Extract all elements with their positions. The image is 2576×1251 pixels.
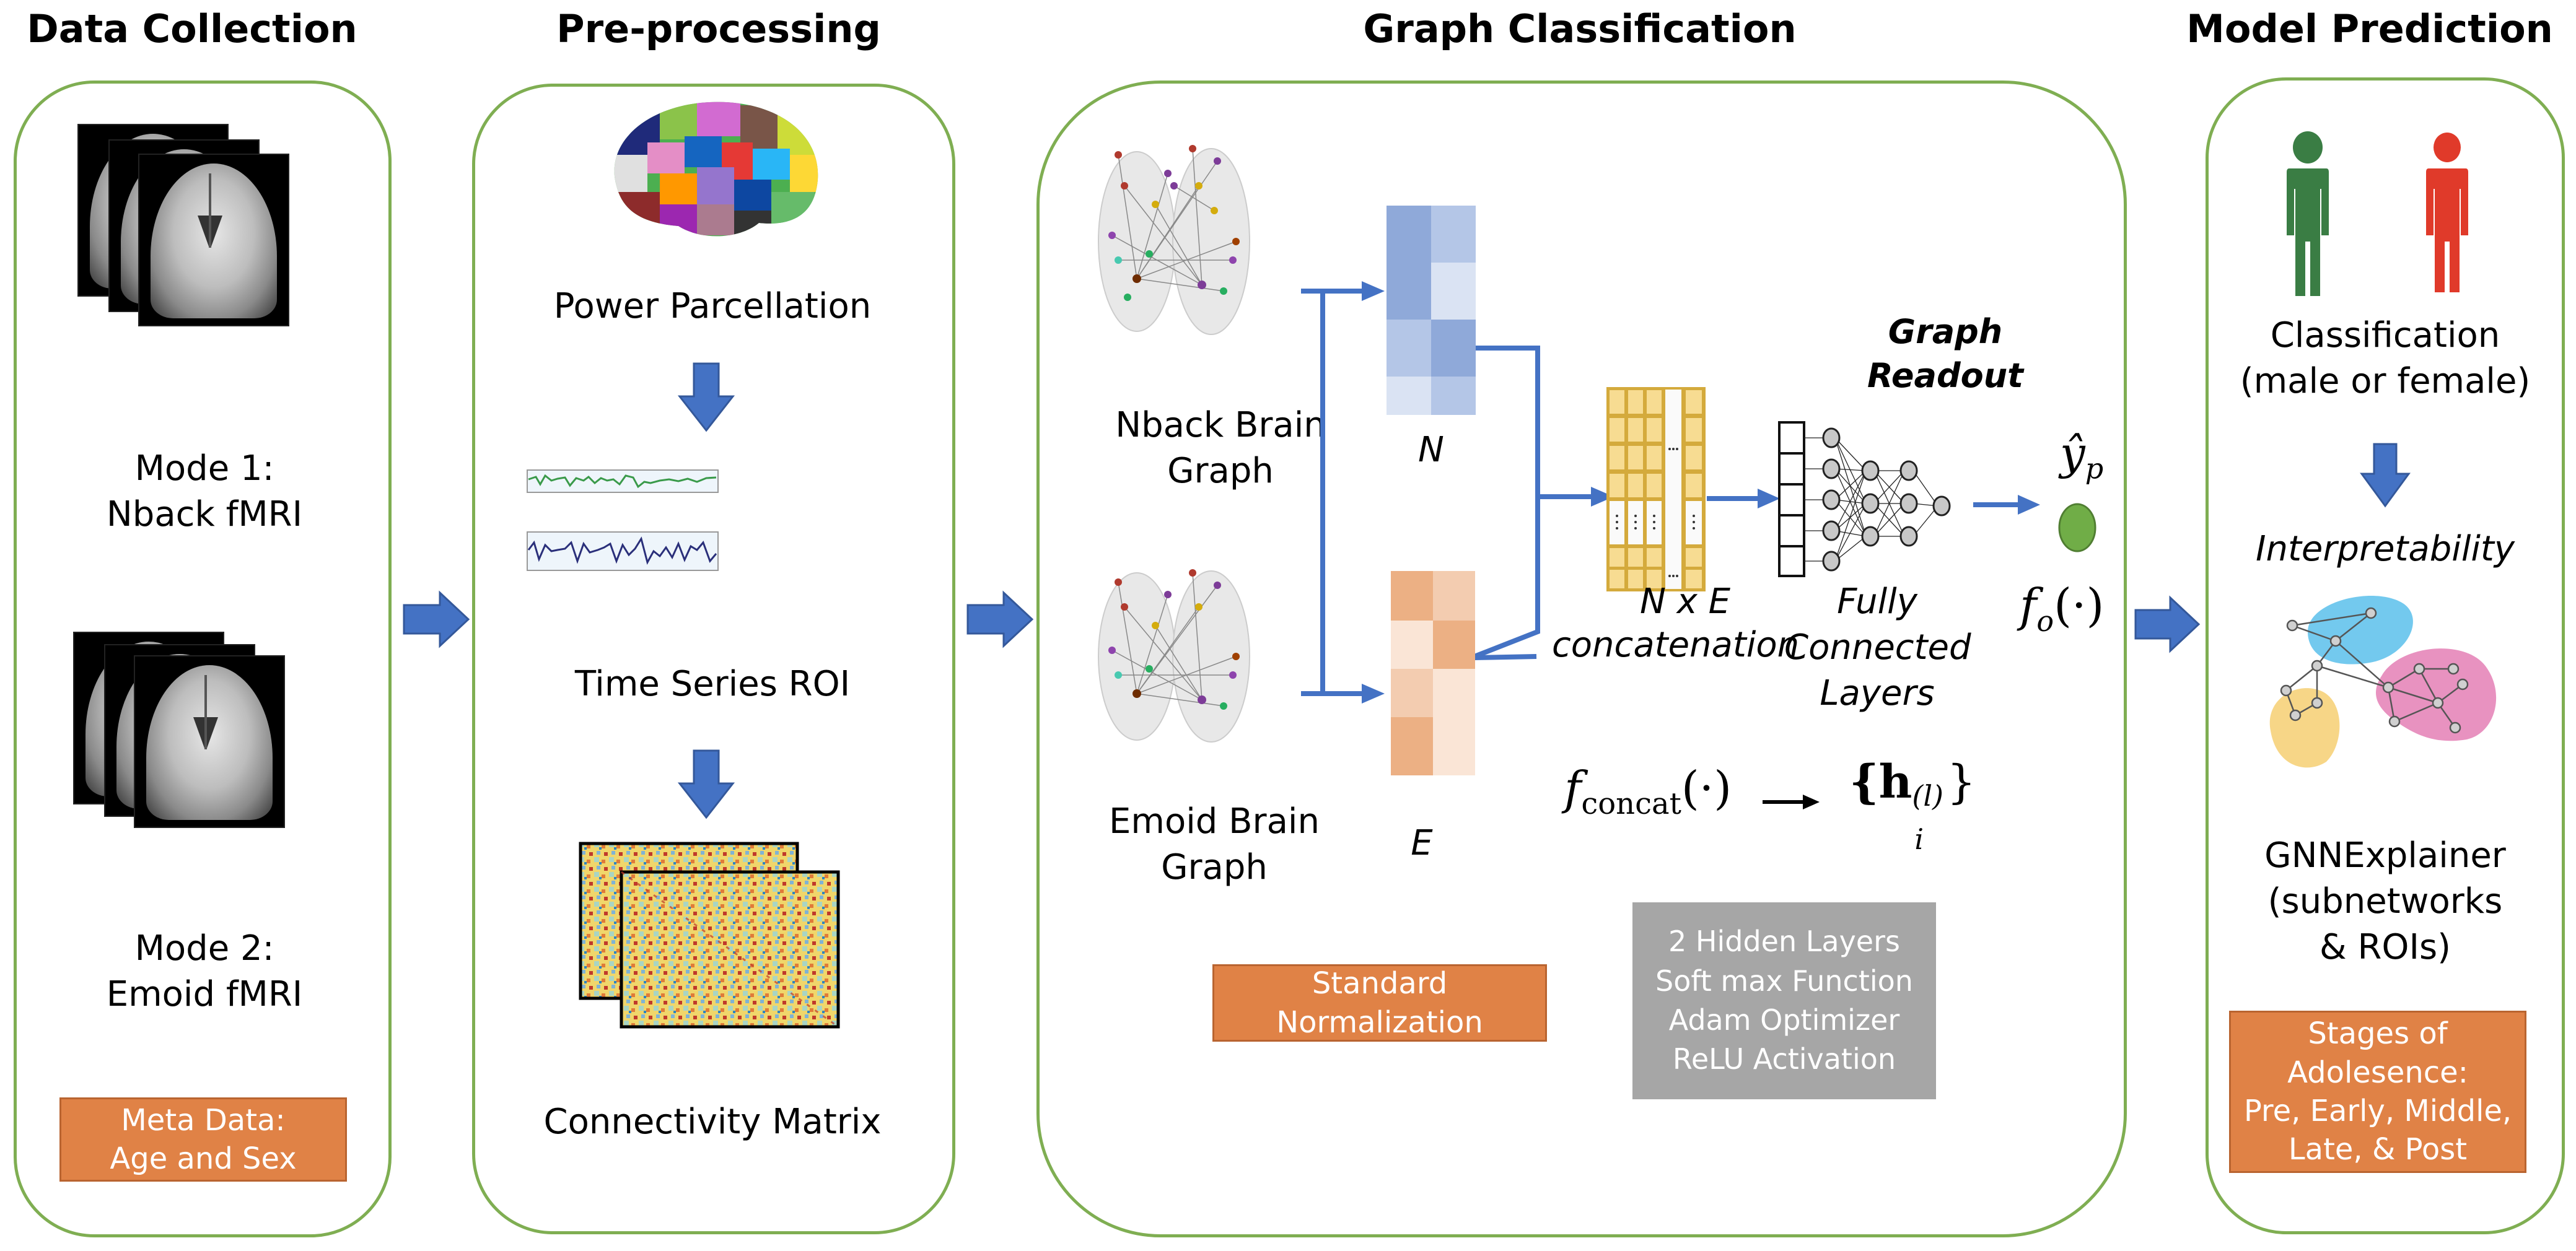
e-feature-matrix <box>1391 571 1475 775</box>
data-collection-title: Data Collection <box>27 6 357 51</box>
mri-slice-icon <box>134 655 285 828</box>
connectivity-matrix-label: Connectivity Matrix <box>543 1102 882 1142</box>
graph-classification-title: Graph Classification <box>1363 6 1797 51</box>
timeseries-roi-label: Time Series ROI <box>574 664 851 704</box>
parcellated-brain-icon <box>614 102 818 237</box>
concatenation-matrix <box>1606 387 1706 591</box>
concatenation-label: concatenation <box>1552 625 1800 665</box>
arrow-down-icon <box>2360 443 2411 508</box>
h-superscript: (l) <box>1912 779 1943 813</box>
mri-stack-nback <box>77 124 338 359</box>
arrow-down-icon <box>677 749 735 819</box>
timeseries-signal-green <box>527 469 719 493</box>
interpretability-label: Interpretability <box>2255 529 2515 569</box>
y-hat-subscript: p <box>2085 451 2104 486</box>
n-feature-matrix <box>1387 206 1476 415</box>
mri-stack-emoid <box>73 632 333 867</box>
formula-arrow-icon <box>1763 795 1820 809</box>
h-close-brace: } <box>1947 756 1976 809</box>
y-hat-formula: ŷp <box>2060 427 2103 485</box>
arrow-to-fc-icon <box>1707 489 1780 508</box>
arrow-right-icon <box>2134 595 2201 653</box>
output-node-icon <box>2058 503 2096 552</box>
arrow-to-output-icon <box>1973 495 2040 515</box>
f-o-formula: fo(·) <box>2020 579 2104 638</box>
mri-slice-icon <box>138 154 289 326</box>
meta-data-box: Meta Data: Age and Sex <box>59 1097 347 1182</box>
e-label: E <box>1411 823 1433 863</box>
fully-connected-layers-label: Fully Connected Layers <box>1784 582 1971 713</box>
arrow-down-icon <box>677 362 735 432</box>
fully-connected-network-icon <box>1778 421 1951 577</box>
adolescence-stages-box: Stages of Adolesence: Pre, Early, Middle… <box>2229 1011 2526 1173</box>
emoid-brain-graph-label: Emoid Brain Graph <box>1109 801 1320 887</box>
mode1-label: Mode 1: Nback fMRI <box>106 448 303 534</box>
female-person-icon <box>2426 133 2468 292</box>
f-concat-symbol: f <box>1564 762 1582 815</box>
f-concat-subscript: concat <box>1581 786 1681 821</box>
graph-readout-label: Graph Readout <box>1867 312 2023 396</box>
n-label: N <box>1418 430 1444 470</box>
male-person-icon <box>2287 131 2329 296</box>
h-formula: {h (l) i} <box>1849 756 1976 856</box>
standard-normalization-box: Standard Normalization <box>1212 964 1547 1042</box>
arrow-right-icon <box>966 590 1034 648</box>
f-concat-formula: fconcat(·) <box>1564 762 1732 821</box>
power-parcellation-label: Power Parcellation <box>553 286 872 326</box>
gnnexplainer-subnetwork-icon <box>2269 596 2497 768</box>
gnnexplainer-label: GNNExplainer (subnetworks & ROIs) <box>2264 835 2506 967</box>
f-o-args: (·) <box>2054 579 2105 632</box>
h-subscript: i <box>1914 822 1924 856</box>
classification-label: Classification (male or female) <box>2240 315 2531 401</box>
nxe-label: N x E <box>1639 582 1730 622</box>
preprocessing-title: Pre-processing <box>556 6 881 51</box>
nback-brain-graph-icon <box>1098 145 1250 335</box>
f-o-symbol: f <box>2020 579 2037 632</box>
mode2-label: Mode 2: Emoid fMRI <box>106 928 303 1014</box>
timeseries-signal-blue <box>527 531 719 571</box>
arrow-right-icon <box>403 590 470 648</box>
model-prediction-title: Model Prediction <box>2186 6 2553 51</box>
f-concat-args: (·) <box>1681 762 1732 815</box>
connectivity-matrix-icon <box>579 842 840 1029</box>
hyperparameters-box: 2 Hidden Layers Soft max Function Adam O… <box>1632 902 1936 1099</box>
h-symbol: {h <box>1849 756 1912 809</box>
y-hat-symbol: ŷ <box>2060 427 2085 479</box>
emoid-brain-graph-icon <box>1098 569 1250 743</box>
f-o-subscript: o <box>2036 604 2054 638</box>
